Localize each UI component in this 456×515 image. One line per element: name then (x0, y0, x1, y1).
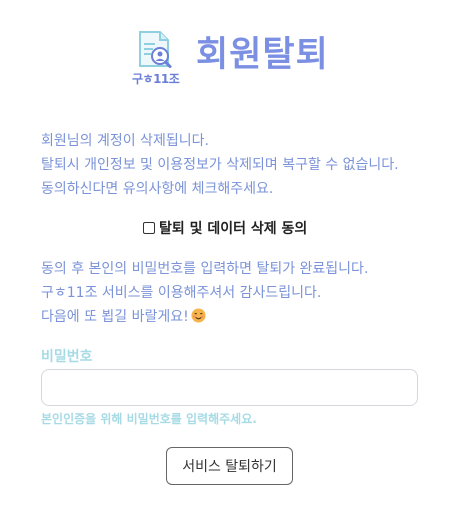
notice-line: 회원님의 계정이 삭제됩니다. (41, 133, 209, 149)
password-help-text: 본인인증을 위해 비밀번호를 입력해주세요. (41, 412, 257, 426)
completion-notice: 동의 후 본인의 비밀번호를 입력하면 탈퇴가 완료됩니다. 구ㅎ11조 서비스… (41, 257, 441, 329)
password-input[interactable] (41, 369, 418, 406)
consent-label[interactable]: 탈퇴 및 데이터 삭제 동의 (159, 218, 307, 238)
logo: 구ㅎ11조 (131, 28, 181, 86)
consent-checkbox-row[interactable]: 탈퇴 및 데이터 삭제 동의 (143, 218, 307, 238)
withdraw-button[interactable]: 서비스 탈퇴하기 (166, 447, 293, 485)
notice-line: 탈퇴시 개인정보 및 이용정보가 삭제되며 복구할 수 없습니다. (41, 157, 399, 173)
notice-line-text: 다음에 또 뵙길 바랄게요! (41, 309, 189, 325)
password-label: 비밀번호 (41, 349, 93, 365)
notice-line: 동의 후 본인의 비밀번호를 입력하면 탈퇴가 완료됩니다. (41, 261, 369, 277)
smiling-face-icon (191, 308, 206, 323)
page-header: 구ㅎ11조 회원탈퇴 (0, 22, 456, 86)
notice-line: 동의하신다면 유의사항에 체크해주세요. (41, 181, 274, 197)
consent-checkbox[interactable] (143, 222, 155, 234)
logo-text: 구ㅎ11조 (132, 72, 180, 86)
page-title: 회원탈퇴 (196, 35, 329, 75)
notice-line: 구ㅎ11조 서비스를 이용해주셔서 감사드립니다. (41, 285, 322, 301)
notice-line-with-emoji: 다음에 또 뵙길 바랄게요! (41, 305, 441, 329)
withdrawal-notice: 회원님의 계정이 삭제됩니다. 탈퇴시 개인정보 및 이용정보가 삭제되며 복구… (41, 129, 441, 201)
